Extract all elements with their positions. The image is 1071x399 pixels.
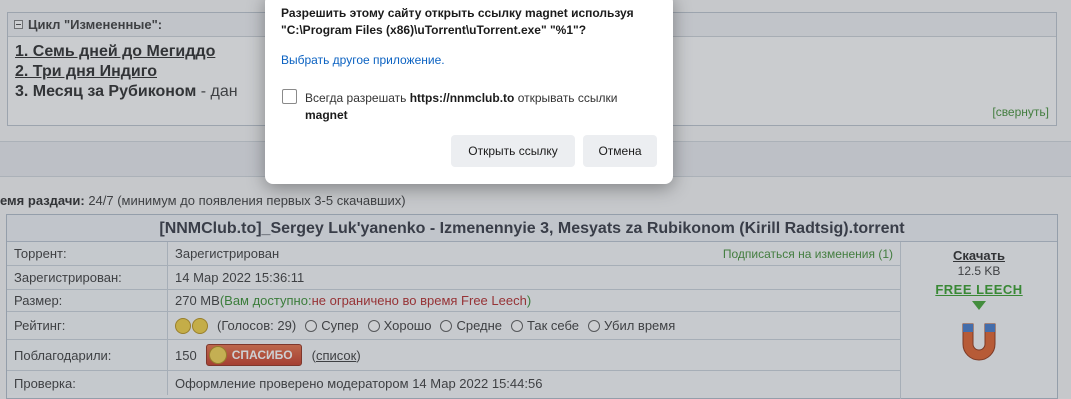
dialog-question-line1: Разрешить этому сайту открыть ссылку mag… — [281, 6, 634, 20]
dialog-question-line2: "C:\Program Files (x86)\uTorrent\uTorren… — [281, 23, 587, 37]
always-allow-prefix: Всегда разрешать — [305, 91, 410, 105]
always-allow-site: https://nnmclub.to — [409, 91, 515, 105]
always-allow-checkbox[interactable] — [282, 89, 297, 104]
dialog-question: Разрешить этому сайту открыть ссылку mag… — [281, 5, 661, 39]
always-allow-suffix: открывать ссылки — [514, 91, 618, 105]
cancel-button[interactable]: Отмена — [583, 135, 657, 167]
always-allow-scheme: magnet — [305, 108, 348, 122]
open-magnet-dialog: Разрешить этому сайту открыть ссылку mag… — [265, 0, 673, 184]
open-link-button[interactable]: Открыть ссылку — [451, 135, 575, 167]
choose-other-app-link[interactable]: Выбрать другое приложение. — [281, 53, 445, 67]
always-allow-label: Всегда разрешать https://nnmclub.to откр… — [305, 90, 655, 124]
